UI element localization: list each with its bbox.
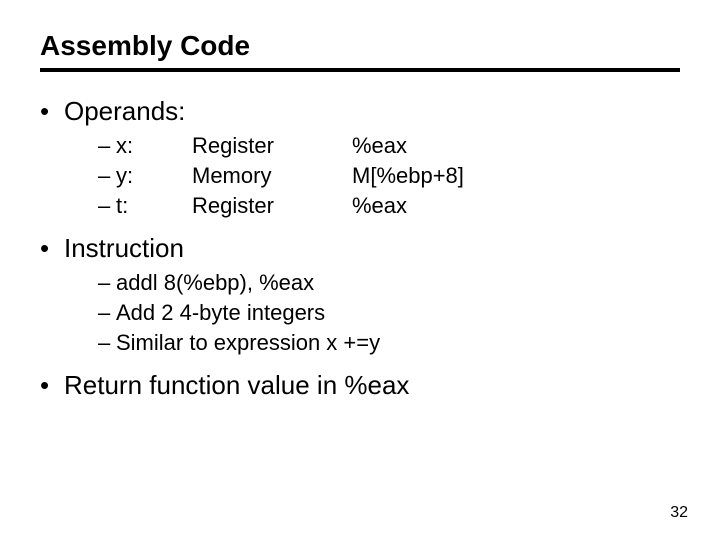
operand-val: M[%ebp+8] (352, 163, 464, 189)
operand-val: %eax (352, 193, 407, 219)
operand-row: t: Register %eax (98, 193, 680, 219)
bullet-return-label: Return function value in %eax (64, 370, 409, 400)
page-number: 32 (670, 504, 688, 522)
operand-var: x: (116, 133, 192, 159)
instruction-item: addl 8(%ebp), %eax (98, 270, 680, 296)
instruction-list: addl 8(%ebp), %eax Add 2 4-byte integers… (64, 270, 680, 356)
operand-type: Memory (192, 163, 352, 189)
operand-type: Register (192, 133, 352, 159)
bullet-instruction-label: Instruction (64, 233, 184, 263)
operands-list: x: Register %eax y: Memory M[%ebp+8] t: (64, 133, 680, 219)
bullet-list: Operands: x: Register %eax y: Memory M[%… (40, 96, 680, 401)
operand-row: x: Register %eax (98, 133, 680, 159)
bullet-operands: Operands: x: Register %eax y: Memory M[%… (40, 96, 680, 219)
operand-row: y: Memory M[%ebp+8] (98, 163, 680, 189)
bullet-operands-label: Operands: (64, 96, 185, 126)
instruction-item: Add 2 4-byte integers (98, 300, 680, 326)
instruction-item: Similar to expression x +=y (98, 330, 680, 356)
slide: Assembly Code Operands: x: Register %eax… (0, 0, 720, 540)
bullet-return: Return function value in %eax (40, 370, 680, 401)
bullet-instruction: Instruction addl 8(%ebp), %eax Add 2 4-b… (40, 233, 680, 356)
title-rule (40, 68, 680, 72)
operand-val: %eax (352, 133, 407, 159)
operand-var: t: (116, 193, 192, 219)
operand-type: Register (192, 193, 352, 219)
operand-var: y: (116, 163, 192, 189)
slide-title: Assembly Code (40, 30, 680, 62)
